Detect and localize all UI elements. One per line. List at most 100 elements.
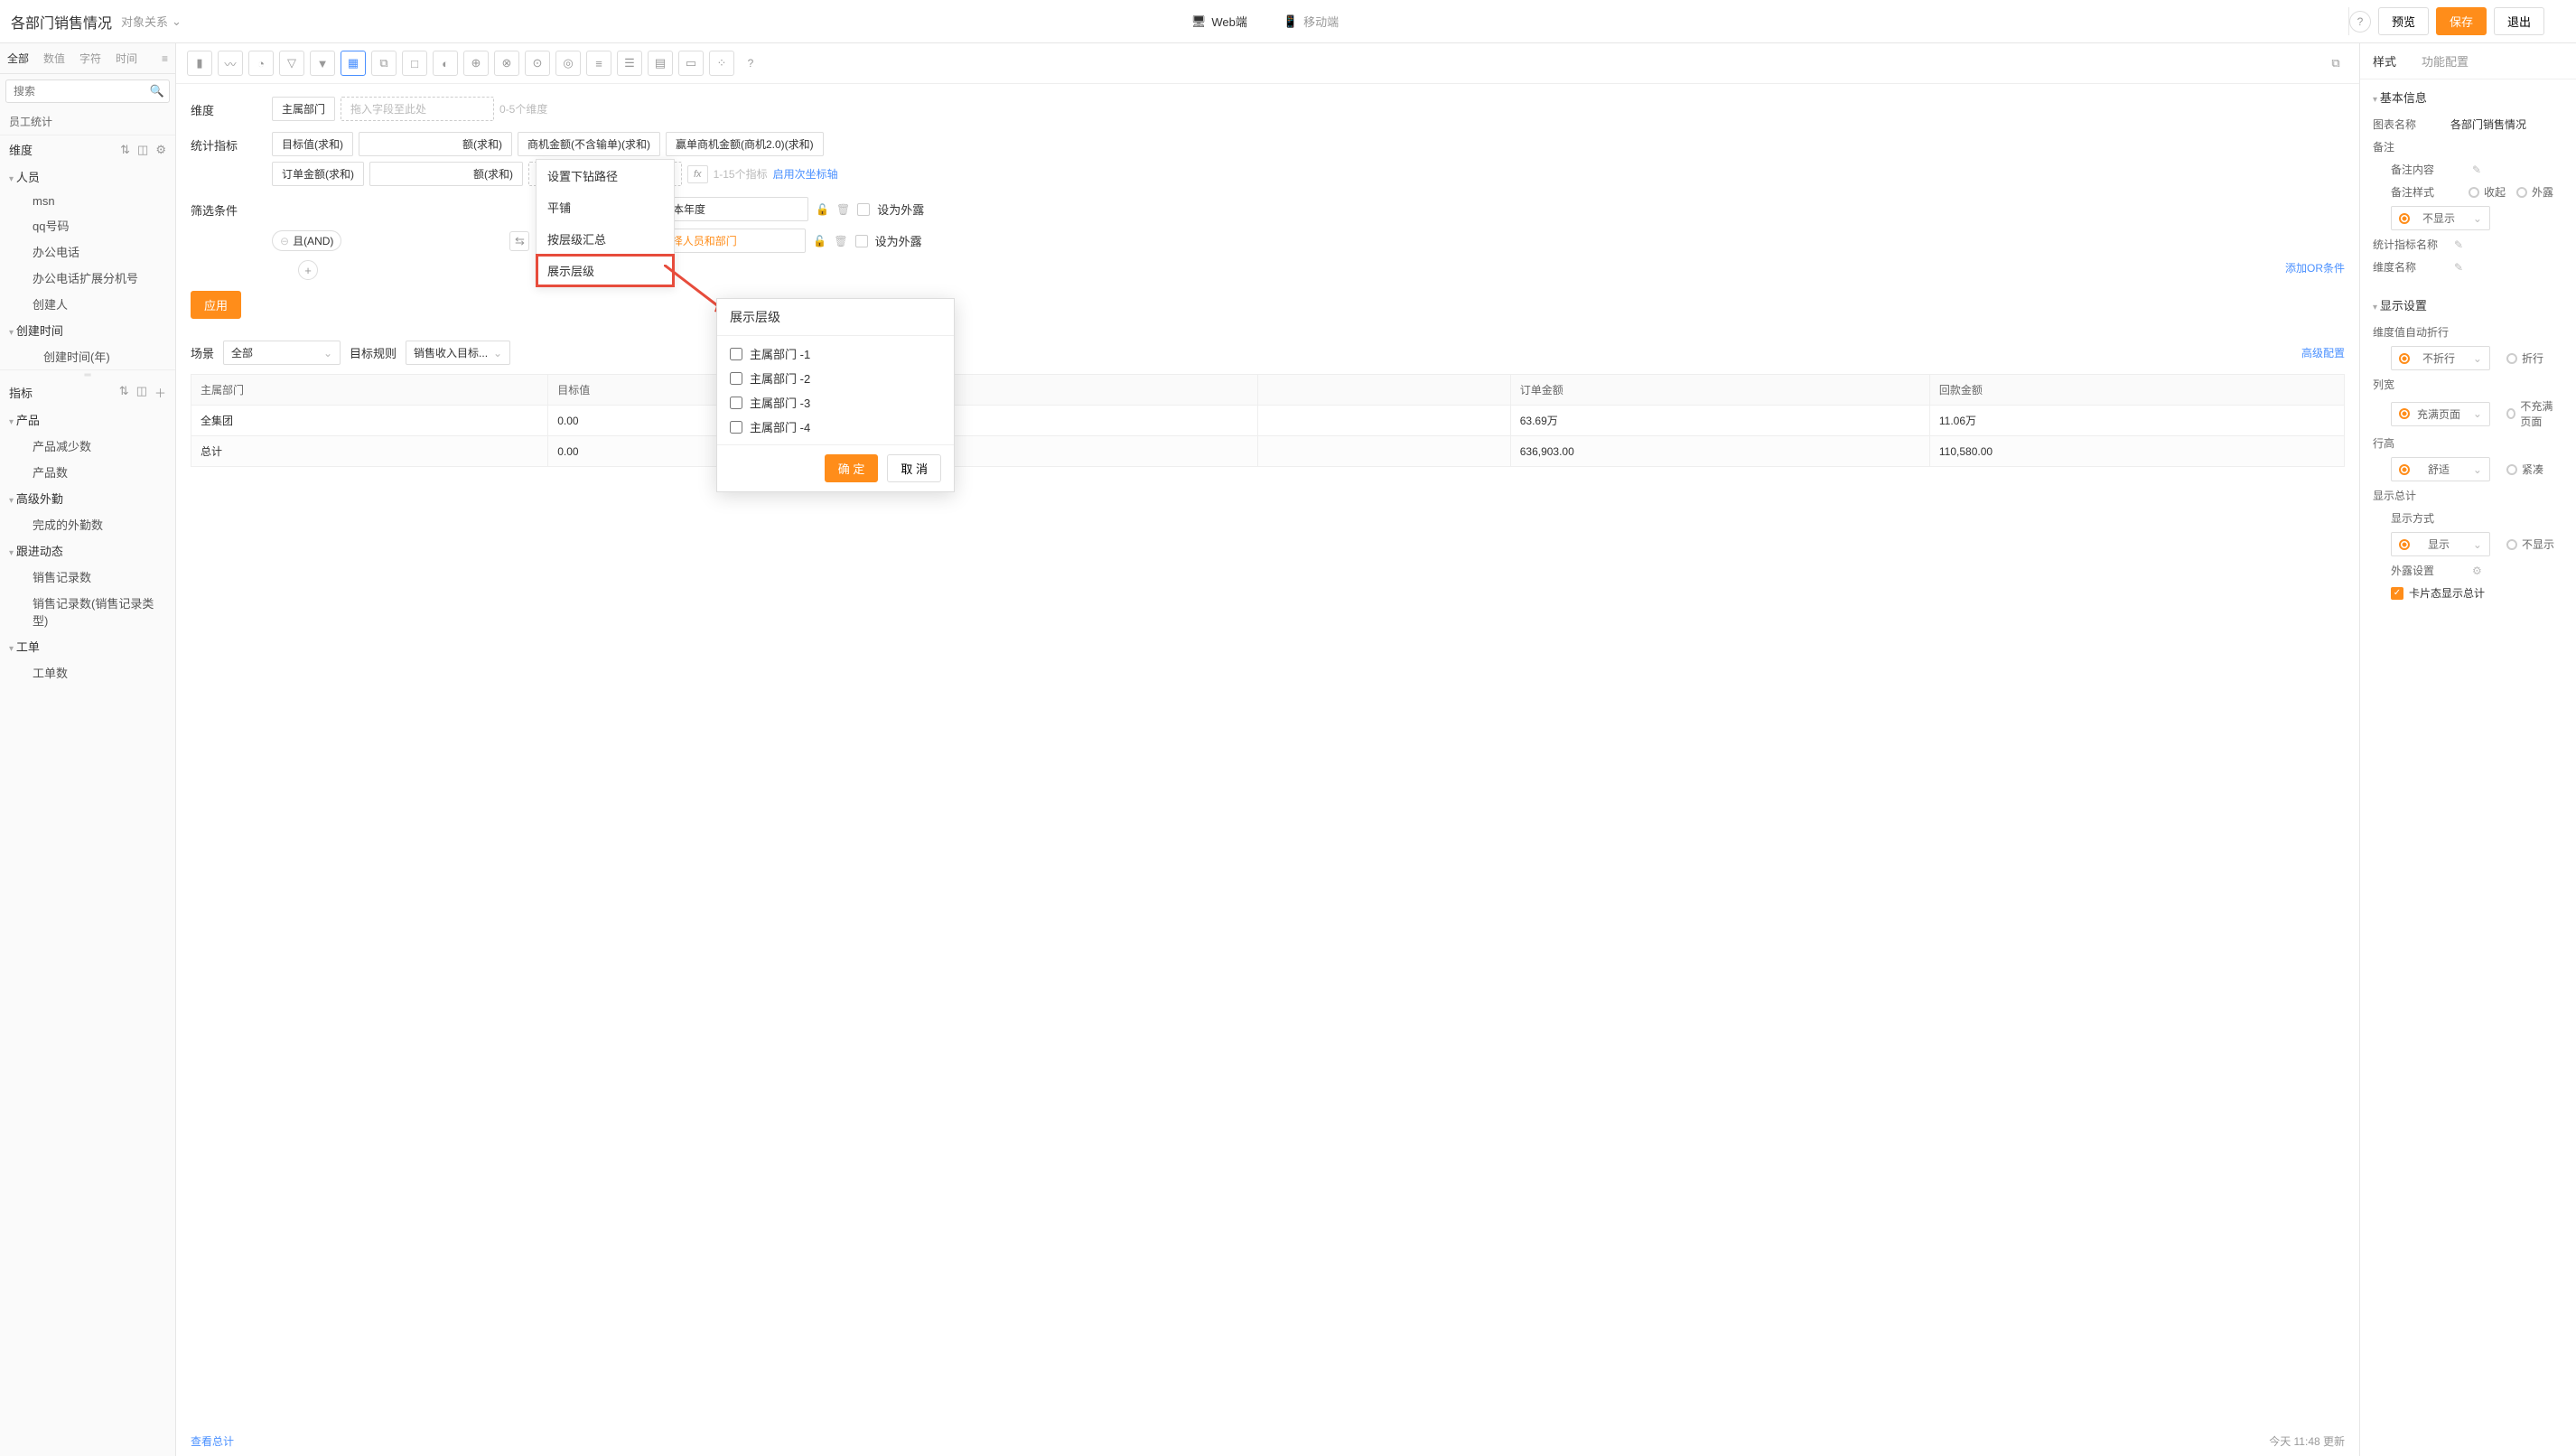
metric-tag[interactable]: 赢单商机金额(商机2.0)(求和) [666,132,824,156]
help-icon[interactable]: ? [2349,11,2371,33]
radio-expose[interactable]: 外露 [2516,184,2553,200]
radio-fill[interactable]: 充满页面 [2391,402,2490,426]
dim-field[interactable]: 办公电话扩展分机号 [0,265,175,291]
scene-select[interactable]: 全部 [223,341,341,365]
type-tab-string[interactable]: 字符 [72,43,108,73]
chart-globe-icon[interactable]: ◎ [555,51,581,76]
chart-dashboard-icon[interactable]: ▤ [648,51,673,76]
metric-group-follow[interactable]: 跟进动态 [0,537,175,564]
radio-show[interactable]: 显示 [2391,532,2490,556]
expose-checkbox[interactable] [857,203,870,216]
radio-nofill[interactable]: 不充满页面 [2506,398,2563,429]
tab-mobile[interactable]: 📱移动端 [1283,13,1339,30]
trash-icon[interactable] [836,202,850,216]
menu-hierarchy-summary[interactable]: 按层级汇总 [537,223,674,255]
add-or-link[interactable]: 添加OR条件 [2285,260,2345,280]
level-checkbox[interactable] [730,348,742,360]
radio-compact[interactable]: 紧凑 [2506,462,2543,477]
dim-field[interactable]: 创建时间(年) [0,343,175,369]
object-relation[interactable]: 对象关系 ⌄ [121,13,182,30]
plus-icon[interactable]: ＋ [154,384,166,401]
dialog-ok-button[interactable]: 确 定 [825,454,879,482]
help-icon[interactable]: ? [740,52,761,74]
dim-tag[interactable]: 主属部门 [272,97,335,121]
dim-field[interactable]: 创建人 [0,291,175,317]
gear-icon[interactable]: ⚙ [155,143,166,157]
chart-hbar-icon[interactable]: ≡ [586,51,611,76]
dim-field[interactable]: msn [0,190,175,212]
level-checkbox[interactable] [730,372,742,385]
level-option[interactable]: 主属部门 -2 [730,369,941,387]
tab-web[interactable]: 🖥Web端 [1191,13,1247,30]
rule-select[interactable]: 销售收入目标... [406,341,510,365]
chart-card-icon[interactable]: ▭ [678,51,704,76]
radio-no-wrap[interactable]: 不折行 [2391,346,2490,370]
metric-tag[interactable]: 目标值(求和) [272,132,353,156]
apply-button[interactable]: 应用 [191,291,241,319]
level-option[interactable]: 主属部门 -1 [730,345,941,362]
chart-funnel-icon[interactable]: ▽ [279,51,304,76]
radio-noshow[interactable]: 不显示 [2506,537,2554,552]
type-tab-time[interactable]: 时间 [108,43,145,73]
chart-pie-icon[interactable]: ◔ [248,51,274,76]
exit-button[interactable]: 退出 [2494,7,2544,35]
add-filter-icon[interactable]: + [298,260,318,280]
tag-icon[interactable]: ◫ [137,143,148,157]
dim-field[interactable]: qq号码 [0,212,175,238]
type-tab-number[interactable]: 数值 [36,43,72,73]
advanced-config-link[interactable]: 高级配置 [2301,345,2345,360]
lock-icon[interactable] [813,234,826,247]
sort-icon[interactable]: ⇅ [120,143,130,157]
radio-collapse[interactable]: 收起 [2469,184,2506,200]
dim-group-person[interactable]: 人员 [0,163,175,190]
metric-tag[interactable]: 商机金额(不含输单)(求和) [518,132,660,156]
lock-icon[interactable] [816,202,829,216]
metric-field[interactable]: 工单数 [0,659,175,686]
tab-function[interactable]: 功能配置 [2409,43,2481,79]
sort-icon[interactable]: ⇅ [119,384,129,401]
dim-group-createtime[interactable]: 创建时间 [0,317,175,343]
radio-hide[interactable]: 不显示 [2391,206,2490,230]
and-badge[interactable]: 且(AND) [272,230,341,251]
th[interactable]: 回款金额 [1929,375,2344,406]
metric-tag[interactable]: 订单金额(求和) [272,162,364,186]
chart-bar-icon[interactable]: ▮ [187,51,212,76]
search-input[interactable] [5,79,170,103]
th[interactable]: 主属部门 [191,375,548,406]
view-total-link[interactable]: 查看总计 [191,1433,234,1449]
radio-comfortable[interactable]: 舒适 [2391,457,2490,481]
chart-map-city-icon[interactable]: ⊙ [525,51,550,76]
metric-field[interactable]: 完成的外勤数 [0,511,175,537]
level-checkbox[interactable] [730,397,742,409]
section-basic-info[interactable]: 基本信息 [2373,89,2563,106]
dim-dropzone[interactable]: 拖入字段至此处 [341,97,494,121]
save-button[interactable]: 保存 [2436,7,2487,35]
link-icon[interactable]: ⧉ [2323,51,2348,76]
chart-line-icon[interactable]: 〰 [218,51,243,76]
metric-field[interactable]: 销售记录数(销售记录类型) [0,590,175,633]
metric-tag[interactable]: 额(求和) [369,162,523,186]
expose-checkbox[interactable] [855,235,868,247]
chart-gauge-icon[interactable]: ◐ [433,51,458,76]
radio-wrap[interactable]: 折行 [2506,350,2543,366]
edit-icon[interactable]: ✎ [2454,261,2463,274]
th[interactable]: 订单金额 [1510,375,1929,406]
menu-show-level[interactable]: 展示层级 [537,255,674,286]
chart-hstack-icon[interactable]: ☰ [617,51,642,76]
level-option[interactable]: 主属部门 -4 [730,418,941,435]
chart-name-value[interactable]: 各部门销售情况 [2450,117,2563,132]
type-tab-all[interactable]: 全部 [0,43,36,73]
section-display-settings[interactable]: 显示设置 [2373,296,2563,313]
tab-style[interactable]: 样式 [2360,43,2409,79]
metric-group-product[interactable]: 产品 [0,406,175,433]
menu-flat[interactable]: 平铺 [537,191,674,223]
chart-map-icon[interactable]: ⊕ [463,51,489,76]
dim-field[interactable]: 办公电话 [0,238,175,265]
metric-tag[interactable]: 额(求和) [359,132,512,156]
card-total-checkbox-row[interactable]: ✓卡片态显示总计 [2373,582,2563,604]
chart-number-icon[interactable]: □ [402,51,427,76]
edit-icon[interactable]: ✎ [2454,238,2463,251]
fx-button[interactable]: fx [687,165,708,183]
sliders-icon[interactable]: ≡ [154,52,175,65]
edit-icon[interactable]: ✎ [2472,163,2481,176]
